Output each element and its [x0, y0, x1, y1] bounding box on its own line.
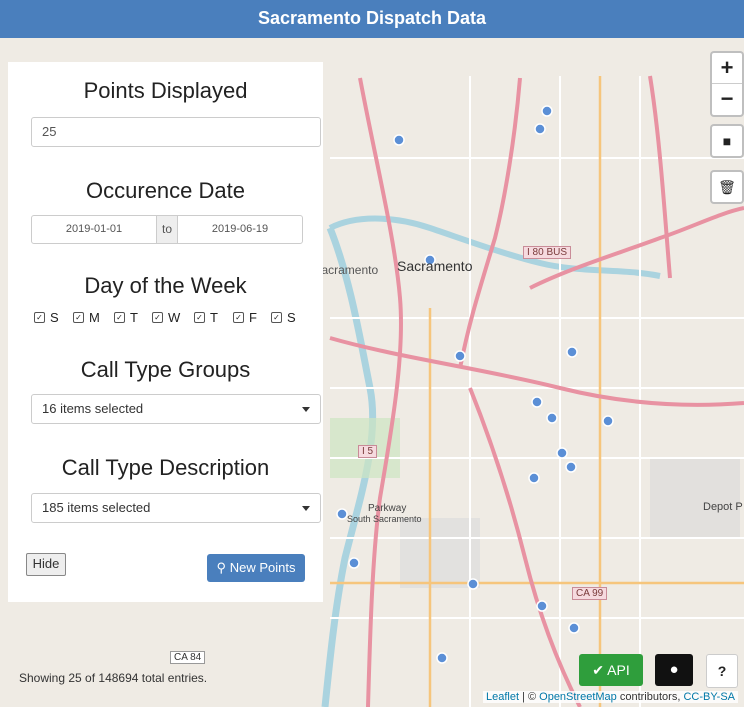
points-input[interactable]: 25 [31, 117, 321, 147]
check-circle-icon: ✔ [592, 662, 605, 678]
map-label-i80bus: I 80 BUS [523, 246, 572, 259]
square-icon: ■ [722, 133, 732, 149]
call-desc-value: 185 items selected [42, 500, 151, 515]
day-wed[interactable]: ✓ W [152, 310, 180, 325]
day-label: S [50, 310, 59, 325]
caret-down-icon [302, 407, 310, 412]
github-button[interactable]: ● [655, 654, 693, 686]
day-label: S [287, 310, 296, 325]
checkbox-icon[interactable]: ✓ [114, 312, 125, 323]
help-button[interactable]: ? [706, 654, 738, 688]
day-of-week-checkboxes: ✓ S ✓ M ✓ T ✓ W ✓ T ✓ F ✓ S [34, 310, 324, 328]
app-title: Sacramento Dispatch Data [257, 8, 487, 28]
checkbox-icon[interactable]: ✓ [271, 312, 282, 323]
zoom-control: + − [710, 51, 744, 117]
filter-panel: Points Displayed 25 Occurence Date 2019-… [8, 62, 323, 602]
checkbox-icon[interactable]: ✓ [73, 312, 84, 323]
date-from-input[interactable]: 2019-01-01 [32, 216, 156, 243]
day-label: T [130, 310, 138, 325]
leaflet-link[interactable]: Leaflet [486, 691, 519, 703]
date-range: 2019-01-01 to 2019-06-19 [31, 215, 303, 244]
new-points-label: New Points [229, 560, 296, 575]
map-label-ca99: CA 99 [572, 587, 608, 600]
day-label: F [249, 310, 257, 325]
checkbox-icon[interactable]: ✓ [194, 312, 205, 323]
day-label: M [89, 310, 100, 325]
showing-count: Showing 25 of 148694 total entries. [19, 671, 208, 685]
map-label-south-sacramento: South Sacramento [347, 514, 422, 524]
license-link[interactable]: CC-BY-SA [683, 691, 735, 703]
points-title: Points Displayed [83, 78, 248, 103]
date-title: Occurence Date [86, 178, 245, 203]
map-marker-icon: ⚲ [216, 560, 227, 575]
github-icon: ● [669, 661, 679, 678]
map-label-depot: Depot P [703, 501, 743, 513]
day-thu[interactable]: ✓ T [194, 310, 218, 325]
day-mon[interactable]: ✓ M [73, 310, 100, 325]
delete-button[interactable]: 🗑 [710, 170, 744, 204]
map-label-ca84: CA 84 [170, 651, 206, 664]
caret-down-icon [302, 506, 310, 511]
api-label: API [607, 662, 630, 678]
osm-link[interactable]: OpenStreetMap [539, 691, 617, 703]
dow-title: Day of the Week [84, 273, 247, 298]
day-fri[interactable]: ✓ F [233, 310, 257, 325]
map-label-i5: I 5 [358, 445, 378, 458]
map-label-sacramento: Sacramento [397, 258, 473, 274]
date-to-input[interactable]: 2019-06-19 [178, 216, 302, 243]
attrib-sep: | © [519, 691, 540, 703]
attrib-contrib: contributors, [616, 691, 684, 703]
hide-button[interactable]: Hide [26, 553, 66, 576]
call-groups-value: 16 items selected [42, 401, 144, 416]
date-to-label: to [156, 216, 178, 243]
day-sun[interactable]: ✓ S [34, 310, 59, 325]
app-header: Sacramento Dispatch Data [0, 0, 744, 38]
zoom-out-button[interactable]: − [712, 83, 742, 114]
draw-rectangle-button[interactable]: ■ [710, 124, 744, 158]
map-attribution: Leaflet | © OpenStreetMap contributors, … [482, 691, 738, 703]
call-groups-select[interactable]: 16 items selected [31, 394, 321, 424]
call-groups-title: Call Type Groups [80, 357, 251, 382]
trash-icon: 🗑 [718, 179, 736, 195]
map-label-parkway: Parkway [368, 503, 407, 514]
day-label: W [168, 310, 181, 325]
checkbox-icon[interactable]: ✓ [233, 312, 244, 323]
api-button[interactable]: ✔ API [579, 654, 643, 686]
zoom-in-button[interactable]: + [712, 53, 742, 83]
day-tue[interactable]: ✓ T [114, 310, 138, 325]
call-desc-title: Call Type Description [61, 455, 270, 480]
day-label: T [210, 310, 218, 325]
call-desc-select[interactable]: 185 items selected [31, 493, 321, 523]
checkbox-icon[interactable]: ✓ [34, 312, 45, 323]
checkbox-icon[interactable]: ✓ [152, 312, 163, 323]
new-points-button[interactable]: ⚲ New Points [207, 554, 305, 582]
day-sat[interactable]: ✓ S [271, 310, 296, 325]
